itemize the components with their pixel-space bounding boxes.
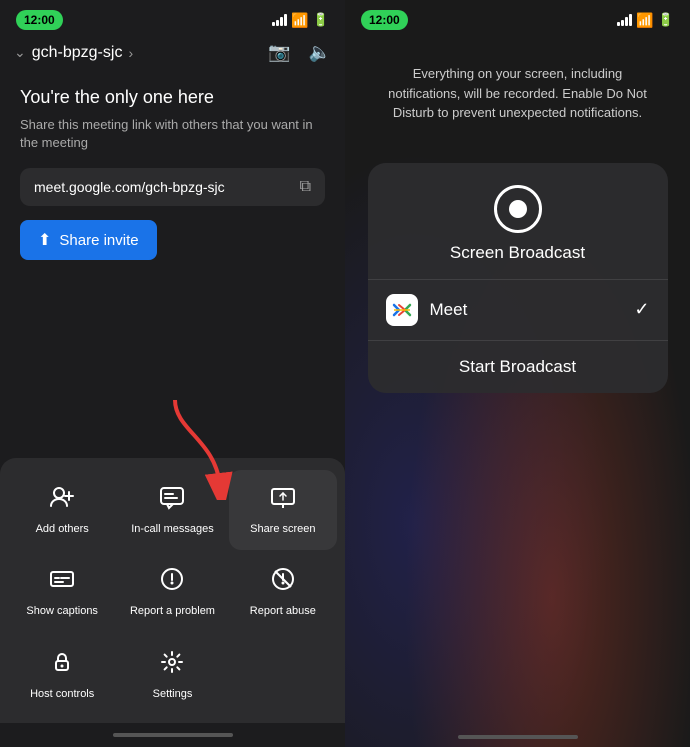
broadcast-card: Screen Broadcast Meet — [368, 163, 668, 393]
share-invite-label: Share invite — [59, 232, 138, 249]
meet-app-name: Meet — [430, 300, 468, 320]
menu-item-add-others[interactable]: Add others — [8, 470, 116, 550]
meet-link-box: meet.google.com/gch-bpzg-sjc ⧉ — [20, 168, 325, 206]
checkmark-icon: ✓ — [634, 299, 649, 320]
report-abuse-label: Report abuse — [250, 604, 316, 618]
status-bar-left: 12:00 📶 🔋 — [0, 0, 345, 34]
report-problem-icon — [159, 566, 185, 598]
meeting-id: gch-bpzg-sjc — [32, 44, 123, 62]
meet-option[interactable]: Meet ✓ — [368, 280, 668, 341]
broadcast-notice: Everything on your screen, including not… — [388, 64, 648, 123]
battery-icon: 🔋 — [313, 12, 329, 28]
menu-item-host-controls[interactable]: Host controls — [8, 635, 116, 715]
copy-icon[interactable]: ⧉ — [300, 178, 311, 196]
wifi-icon-right: 📶 — [636, 12, 653, 29]
home-indicator-left — [0, 723, 345, 747]
signal-icon — [272, 14, 287, 26]
share-screen-label: Share screen — [250, 522, 315, 536]
menu-item-share-screen[interactable]: Share screen — [229, 470, 337, 550]
share-description: Share this meeting link with others that… — [20, 116, 325, 152]
alone-text: You're the only one here — [20, 87, 325, 108]
home-bar-left — [113, 733, 233, 737]
home-indicator-right — [345, 735, 690, 739]
wifi-icon: 📶 — [291, 12, 308, 29]
time-right: 12:00 — [361, 10, 408, 30]
add-others-label: Add others — [36, 522, 89, 536]
left-panel: 12:00 📶 🔋 ⌄ gch-bpzg-sjc › 📷 🔈 You're th… — [0, 0, 345, 747]
host-controls-label: Host controls — [30, 687, 94, 701]
bottom-menu: Add others In-call messages — [0, 458, 345, 723]
report-problem-label: Report a problem — [130, 604, 215, 618]
meeting-content: You're the only one here Share this meet… — [0, 71, 345, 458]
status-icons-left: 📶 🔋 — [272, 12, 329, 29]
meet-app-icon — [386, 294, 418, 326]
record-dot — [509, 200, 527, 218]
in-call-messages-label: In-call messages — [131, 522, 214, 536]
record-icon — [494, 185, 542, 233]
chevron-down-icon[interactable]: ⌄ — [14, 44, 26, 61]
share-screen-icon — [270, 484, 296, 516]
meet-option-left: Meet — [386, 294, 468, 326]
menu-item-settings[interactable]: Settings — [118, 635, 226, 715]
share-invite-icon: ⬆ — [38, 230, 51, 250]
speaker-icon[interactable]: 🔈 — [309, 42, 331, 63]
menu-item-report-abuse[interactable]: Report abuse — [229, 552, 337, 632]
host-controls-icon — [49, 649, 75, 681]
signal-icon-right — [617, 14, 632, 26]
meeting-header: ⌄ gch-bpzg-sjc › 📷 🔈 — [0, 34, 345, 71]
share-invite-button[interactable]: ⬆ Share invite — [20, 220, 157, 260]
more-options-icon[interactable]: › — [128, 45, 133, 61]
menu-grid: Add others In-call messages — [8, 470, 337, 715]
settings-icon — [159, 649, 185, 681]
add-others-icon — [49, 484, 75, 516]
camera-icon[interactable]: 📷 — [268, 42, 290, 63]
report-abuse-icon — [270, 566, 296, 598]
header-icons: 📷 🔈 — [268, 42, 331, 63]
battery-icon-right: 🔋 — [658, 12, 674, 28]
time-left: 12:00 — [16, 10, 63, 30]
screen-broadcast-label: Screen Broadcast — [450, 243, 585, 263]
status-icons-right: 📶 🔋 — [617, 12, 674, 29]
meet-link-text: meet.google.com/gch-bpzg-sjc — [34, 179, 225, 195]
home-bar-right — [458, 735, 578, 739]
screen-broadcast-option[interactable]: Screen Broadcast — [368, 163, 668, 280]
menu-item-in-call-messages[interactable]: In-call messages — [118, 470, 226, 550]
menu-item-show-captions[interactable]: Show captions — [8, 552, 116, 632]
status-bar-right: 12:00 📶 🔋 — [345, 0, 690, 34]
meeting-title-row: ⌄ gch-bpzg-sjc › — [14, 44, 133, 62]
in-call-messages-icon — [159, 484, 185, 516]
start-broadcast-button[interactable]: Start Broadcast — [368, 341, 668, 393]
show-captions-label: Show captions — [26, 604, 98, 618]
settings-label: Settings — [153, 687, 193, 701]
menu-item-report-problem[interactable]: Report a problem — [118, 552, 226, 632]
show-captions-icon — [49, 566, 75, 598]
right-panel: 12:00 📶 🔋 Everything on your screen, inc… — [345, 0, 690, 747]
right-content: Everything on your screen, including not… — [345, 34, 690, 393]
